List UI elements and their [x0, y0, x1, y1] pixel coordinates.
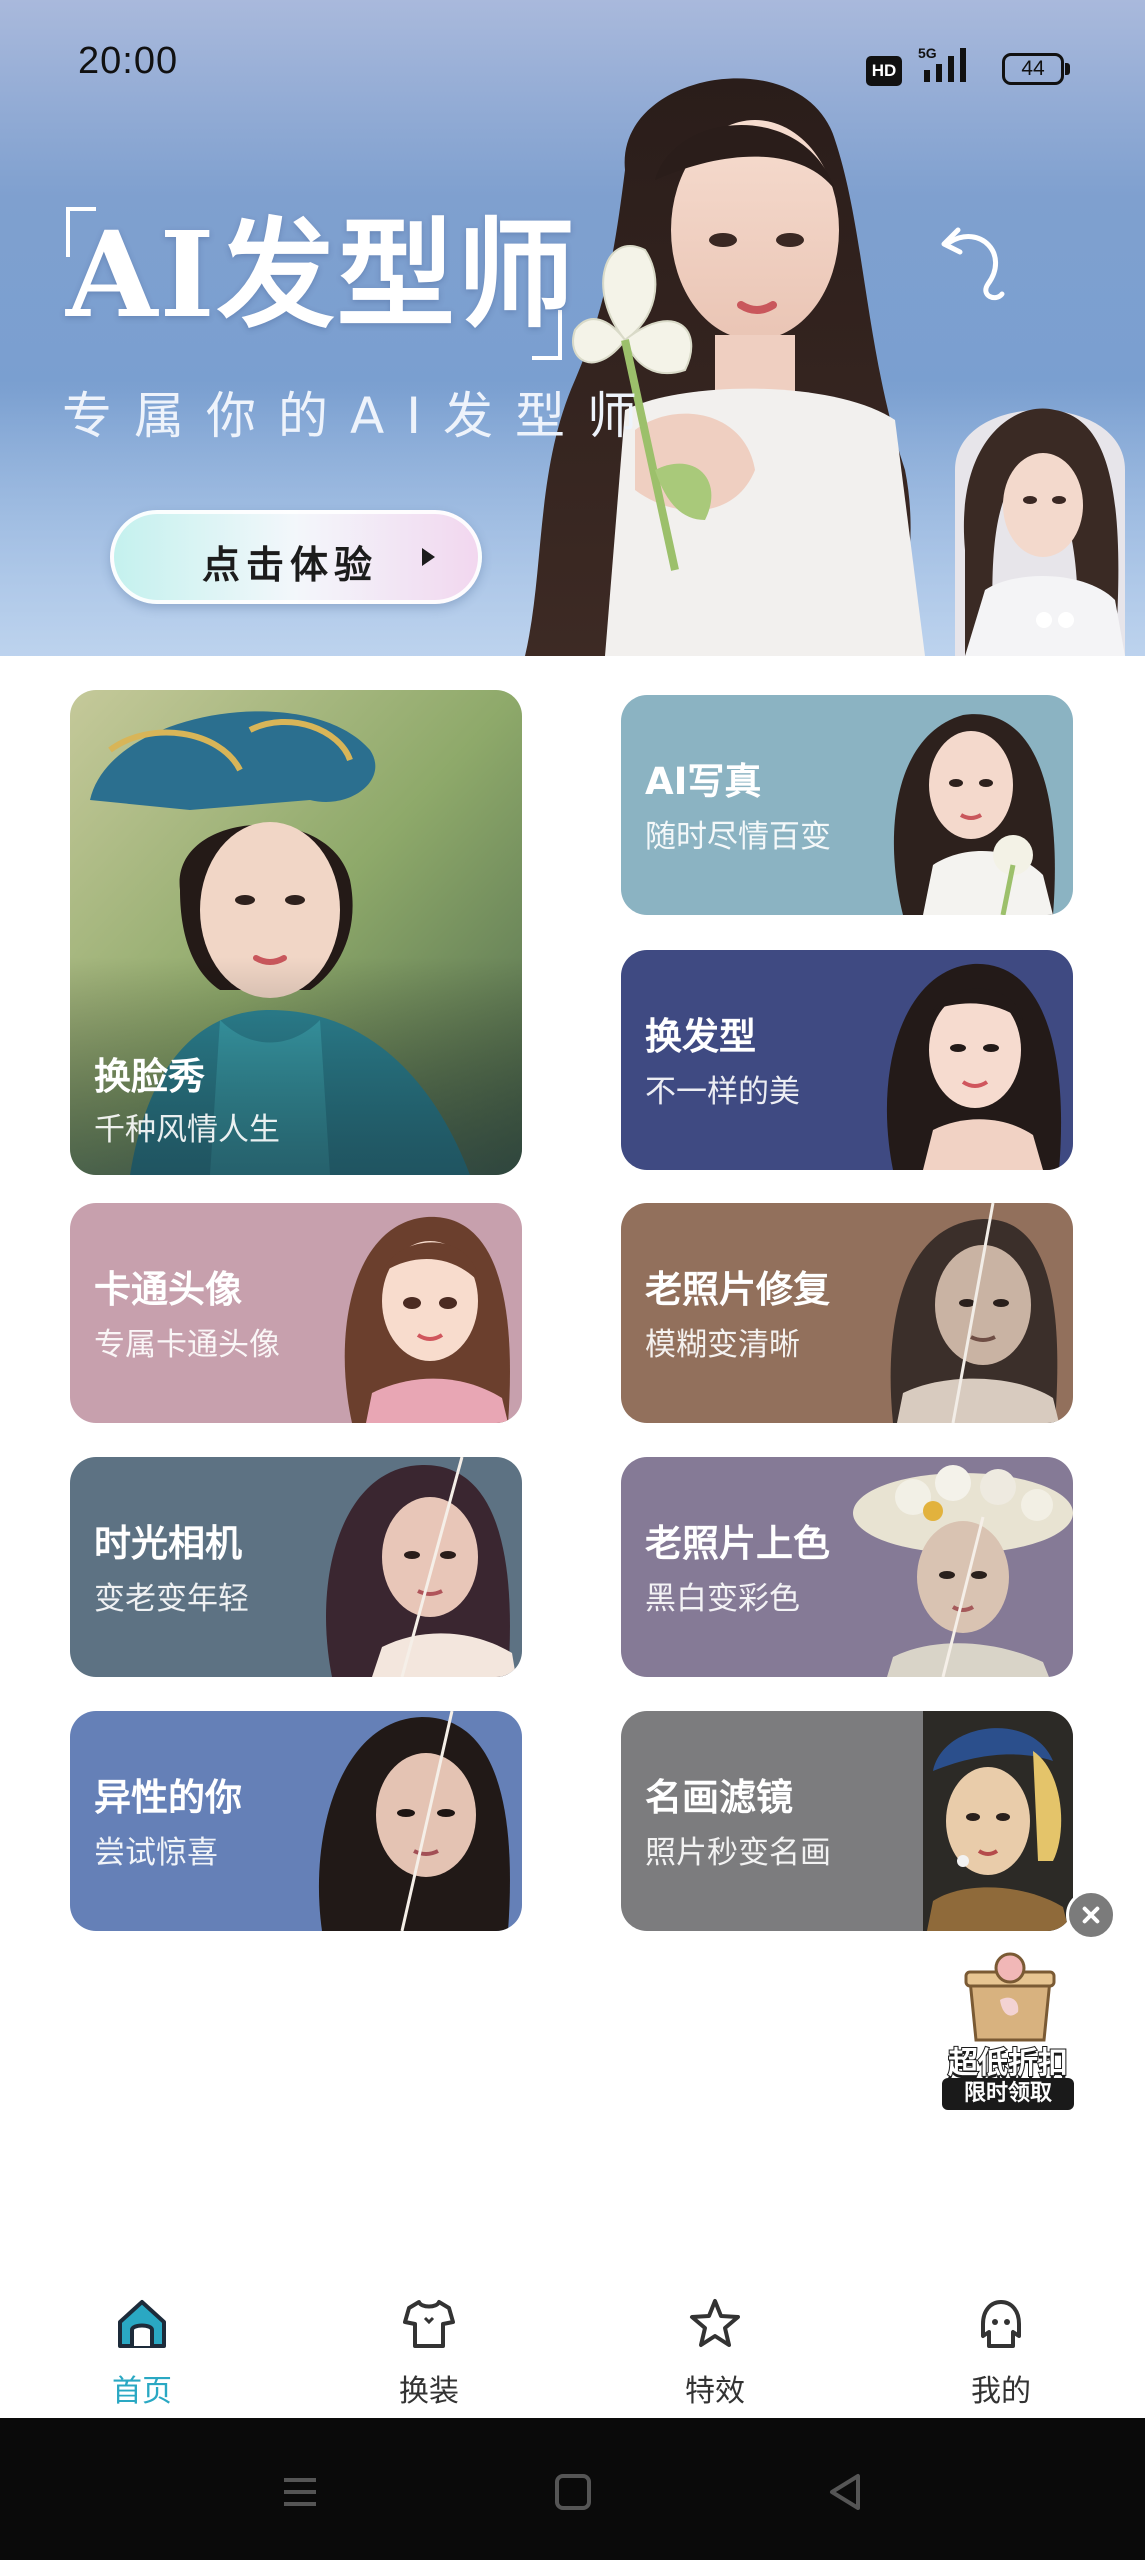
card-subtitle: 千种风情人生 [94, 1112, 280, 1148]
home-icon [118, 2300, 166, 2348]
tab-label: 首页 [112, 2374, 172, 2409]
tab-profile[interactable]: 我的 [901, 2270, 1101, 2418]
status-bar: 20:00 HD 5G 44 [0, 0, 1145, 130]
promo-subtitle: 限时领取 [942, 2078, 1074, 2110]
face-swap-artwork [70, 690, 522, 1175]
tab-home[interactable]: 首页 [42, 2270, 242, 2418]
card-title: 异性的你 [94, 1776, 242, 1819]
card-subtitle: 专属卡通头像 [94, 1327, 280, 1363]
card-title: 换发型 [645, 1015, 756, 1058]
card-title: 时光相机 [94, 1522, 242, 1565]
hero-secondary-portrait [955, 408, 1125, 656]
card-old-photo-restore[interactable]: 老照片修复 模糊变清晰 [621, 1203, 1073, 1423]
card-painting-filter[interactable]: 名画滤镜 照片秒变名画 [621, 1711, 1073, 1931]
card-title: 老照片上色 [645, 1522, 830, 1565]
card-cartoon-avatar[interactable]: 卡通头像 专属卡通头像 [70, 1203, 522, 1423]
star-icon [690, 2299, 740, 2347]
curved-arrow-icon [941, 227, 1005, 301]
shirt-icon [403, 2300, 455, 2348]
card-old-photo-colorize[interactable]: 老照片上色 黑白变彩色 [621, 1457, 1073, 1677]
signal-icon: 5G [918, 45, 966, 82]
tab-label: 换装 [399, 2374, 459, 2409]
back-icon[interactable] [816, 2462, 876, 2522]
photo-restore-artwork [890, 1203, 1059, 1423]
tab-label: 我的 [971, 2374, 1031, 2409]
gift-box-icon [964, 1952, 1056, 2042]
play-arrow-icon [422, 548, 435, 566]
card-ai-portrait[interactable]: AI写真 随时尽情百变 [621, 695, 1073, 915]
ai-portrait-artwork [893, 714, 1055, 915]
carousel-dot[interactable] [1058, 612, 1074, 628]
card-subtitle: 照片秒变名画 [645, 1835, 831, 1871]
card-subtitle: 不一样的美 [645, 1074, 800, 1110]
card-title: 换脸秀 [94, 1055, 205, 1098]
tab-effects[interactable]: 特效 [615, 2270, 815, 2418]
tab-label: 特效 [685, 2374, 745, 2409]
bottom-tab-bar: 首页 换装 特效 我的 [0, 2270, 1145, 2418]
menu-icon[interactable] [270, 2462, 330, 2522]
home-square-icon[interactable] [543, 2462, 603, 2522]
promo-title: 超低折扣 [947, 2045, 1069, 2082]
svg-text:5G: 5G [918, 45, 937, 61]
card-gender-swap[interactable]: 异性的你 尝试惊喜 [70, 1711, 522, 1931]
time-camera-artwork [326, 1457, 516, 1677]
card-subtitle: 随时尽情百变 [645, 819, 831, 855]
card-title: 名画滤镜 [645, 1776, 793, 1819]
card-subtitle: 黑白变彩色 [645, 1581, 800, 1617]
battery-icon: 44 [1002, 53, 1070, 85]
cartoon-avatar-artwork [344, 1216, 510, 1423]
profile-icon [981, 2300, 1021, 2348]
hero-title: AI发型师 [66, 205, 577, 344]
gender-swap-artwork [318, 1711, 510, 1931]
hero-banner[interactable]: 20:00 HD 5G 44 AI发型师 专属你的AI发型师 点击体验 [0, 0, 1145, 656]
photo-colorize-artwork [853, 1465, 1073, 1677]
card-time-camera[interactable]: 时光相机 变老变年轻 [70, 1457, 522, 1677]
tab-outfit[interactable]: 换装 [329, 2270, 529, 2418]
card-subtitle: 模糊变清晰 [645, 1327, 800, 1363]
carousel-indicator [1036, 612, 1086, 628]
hero-subtitle: 专属你的AI发型师 [62, 387, 659, 445]
system-navigation-bar [0, 2418, 1145, 2560]
status-time: 20:00 [78, 40, 179, 82]
painting-filter-artwork [923, 1711, 1073, 1931]
carousel-dot[interactable] [1036, 612, 1052, 628]
card-subtitle: 尝试惊喜 [94, 1835, 218, 1871]
try-now-label: 点击体验 [202, 543, 379, 587]
card-subtitle: 变老变年轻 [94, 1581, 249, 1617]
card-change-hairstyle[interactable]: 换发型 不一样的美 [621, 950, 1073, 1170]
card-title: 老照片修复 [645, 1268, 830, 1311]
close-promo-button[interactable] [1066, 1890, 1116, 1940]
card-face-swap[interactable]: 换脸秀 千种风情人生 [70, 690, 522, 1175]
discount-promo-badge[interactable]: 超低折扣 限时领取 [920, 1950, 1090, 2120]
card-title: AI写真 [645, 760, 762, 803]
hairstyle-artwork [886, 963, 1062, 1170]
hd-badge: HD [866, 56, 902, 86]
card-title: 卡通头像 [94, 1268, 242, 1311]
try-now-button[interactable]: 点击体验 [110, 510, 482, 604]
